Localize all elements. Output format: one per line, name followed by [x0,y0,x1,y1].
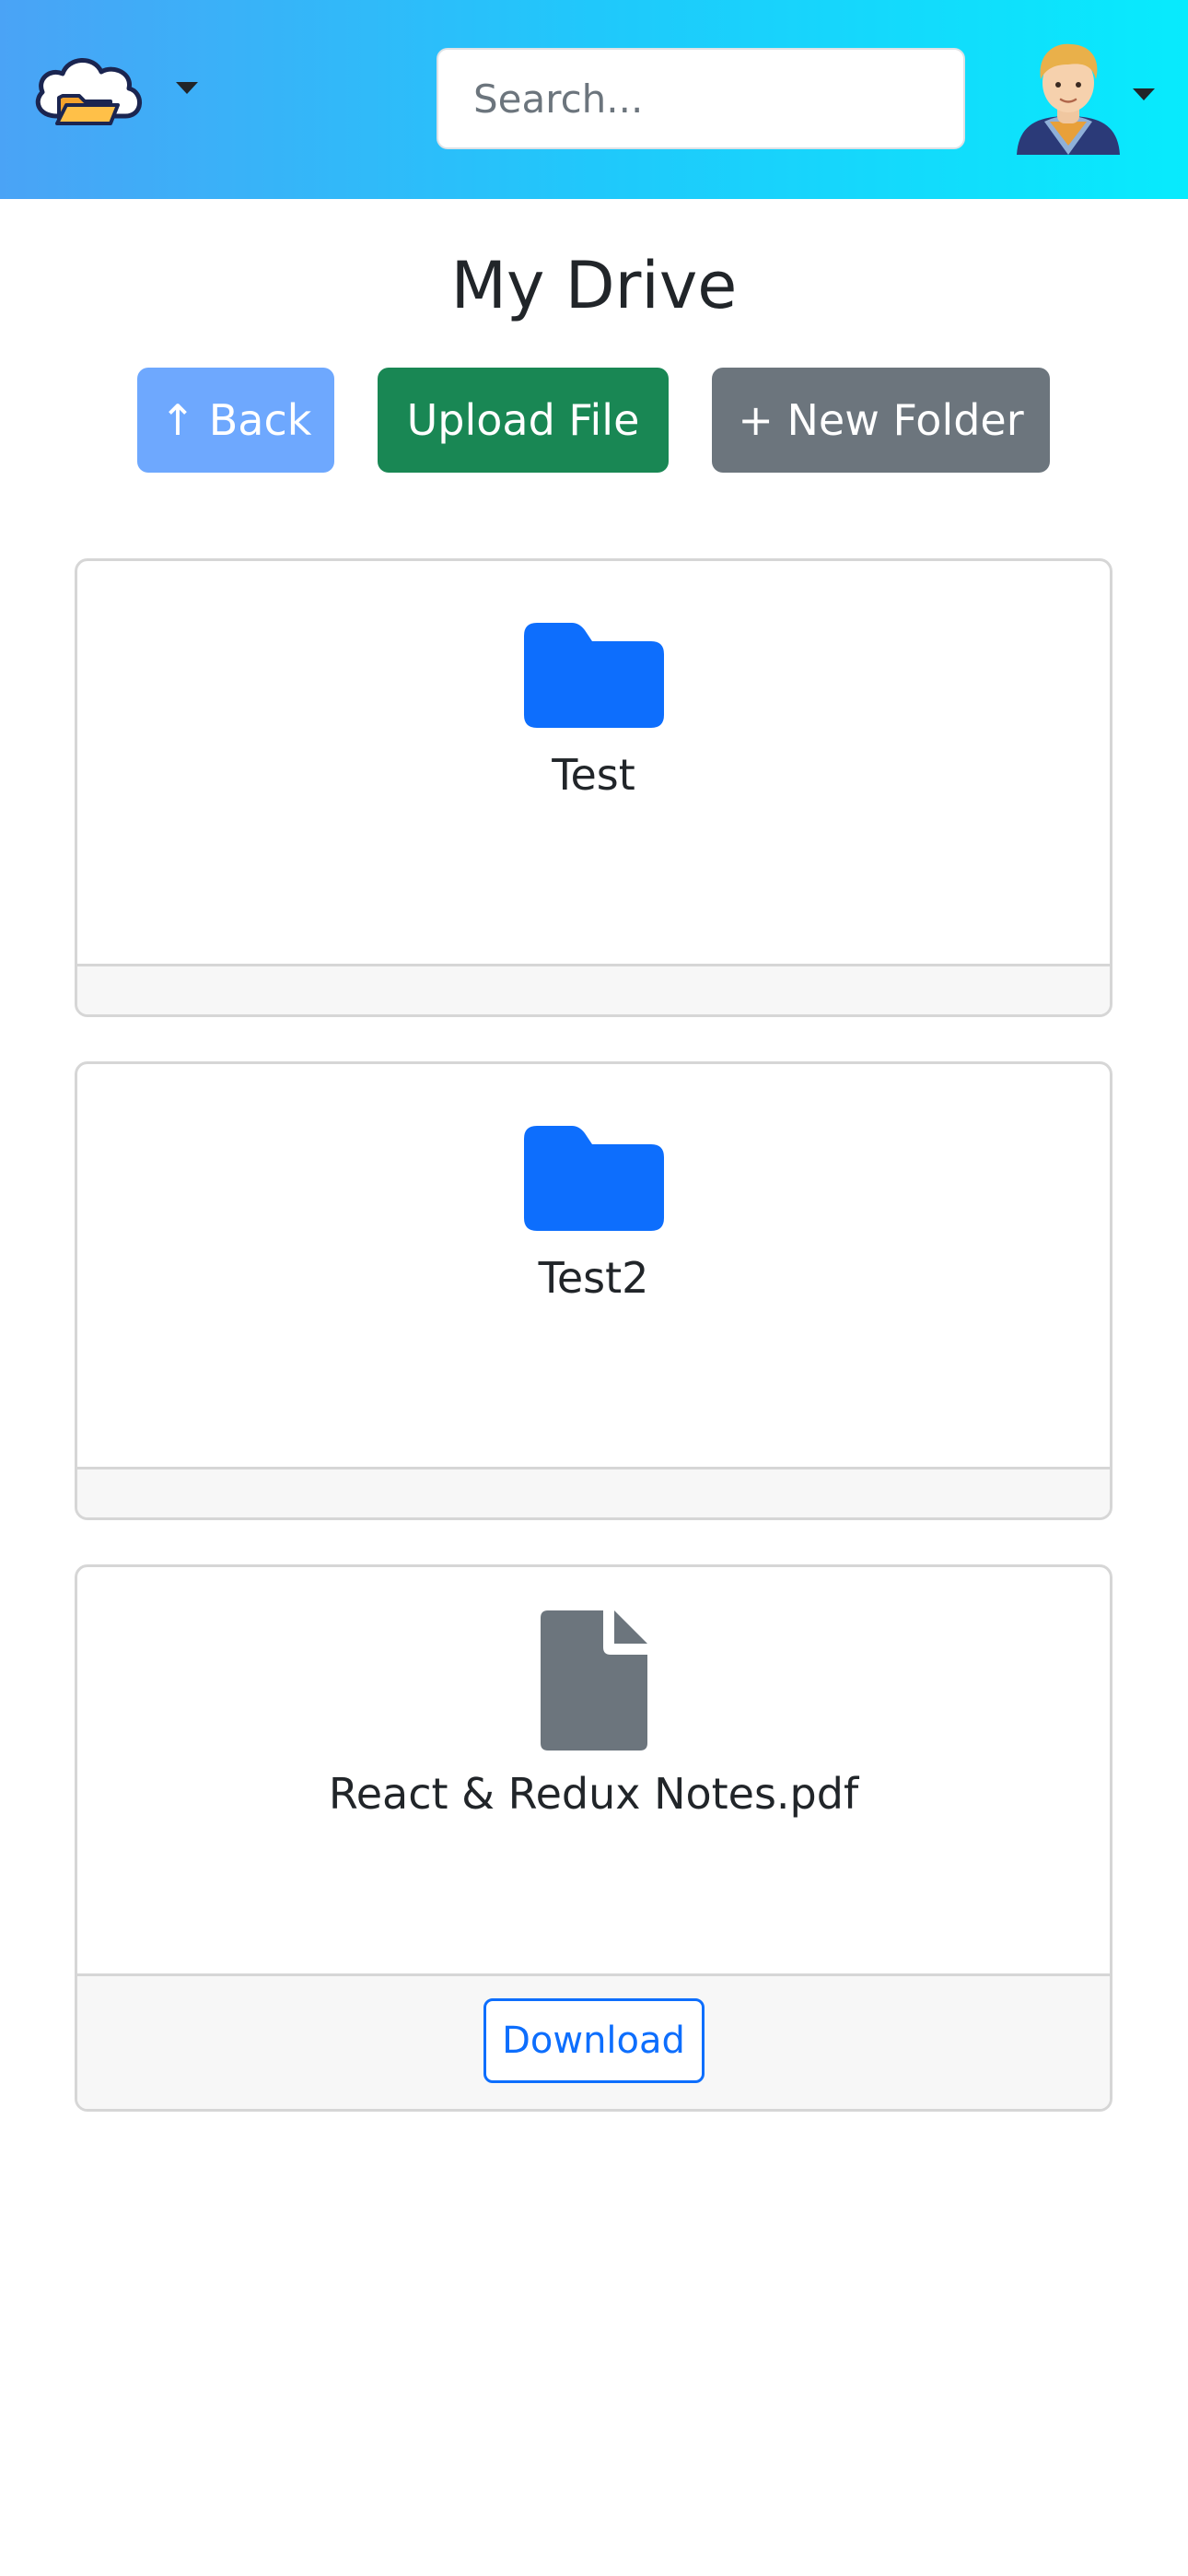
back-button[interactable]: ↑ Back [137,368,334,473]
card-body[interactable]: React & Redux Notes.pdf [77,1567,1110,1979]
folder-card[interactable]: Test [75,558,1112,1017]
download-button[interactable]: Download [483,1998,705,2083]
user-avatar[interactable] [1013,37,1124,155]
new-folder-button[interactable]: + New Folder [712,368,1050,473]
folder-name[interactable]: Test2 [77,1252,1110,1304]
file-card[interactable]: React & Redux Notes.pdf Download [75,1564,1112,2112]
card-body[interactable]: Test [77,561,1110,969]
cloud-folder-logo-icon[interactable] [29,44,149,136]
folder-icon [523,1126,664,1231]
card-footer: Download [77,1973,1110,2109]
page-title: My Drive [450,248,738,323]
card-body[interactable]: Test2 [77,1064,1110,1472]
top-navbar [0,0,1188,199]
folder-name[interactable]: Test [77,749,1110,801]
search-input[interactable] [437,48,965,149]
folder-card[interactable]: Test2 [75,1061,1112,1520]
card-footer [77,1467,1110,1517]
file-name[interactable]: React & Redux Notes.pdf [77,1768,1110,1820]
file-icon [540,1610,647,1751]
upload-file-button[interactable]: Upload File [378,368,669,473]
brand-dropdown-caret-icon[interactable] [176,82,198,94]
user-menu-caret-icon[interactable] [1133,88,1155,100]
folder-icon [523,623,664,728]
card-footer [77,964,1110,1014]
